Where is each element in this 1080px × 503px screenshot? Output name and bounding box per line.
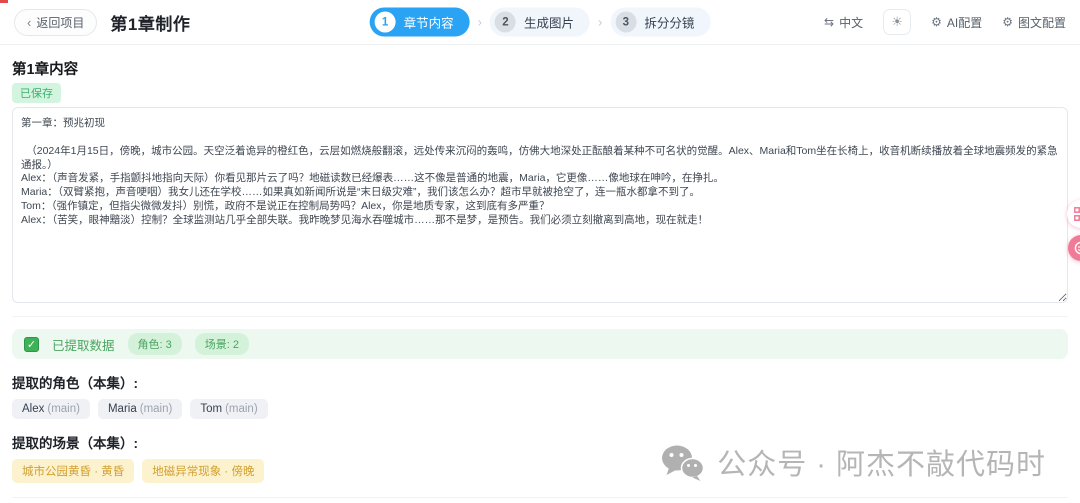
step-1-number: 1 bbox=[374, 11, 396, 33]
chevron-right-icon: › bbox=[598, 14, 603, 30]
character-role: (main) bbox=[139, 403, 173, 415]
header: ‹ 返回项目 第1章制作 1 章节内容 › 2 生成图片 › 3 拆分分镜 ⇆ … bbox=[0, 0, 1080, 45]
character-pill[interactable]: Tom (main) bbox=[190, 399, 268, 419]
characters-count-badge: 角色: 3 bbox=[127, 333, 182, 355]
scenes-count-badge: 场景: 2 bbox=[194, 333, 249, 355]
chevron-left-icon: ‹ bbox=[27, 14, 32, 30]
extracted-status-label: 已提取数据 bbox=[52, 338, 115, 353]
characters-section-title: 提取的角色（本集）: bbox=[12, 376, 138, 391]
support-chat-button[interactable] bbox=[1068, 235, 1080, 261]
media-config-label: 图文配置 bbox=[1017, 15, 1066, 30]
header-toolbar: ⇆ 中文 ☀ ⚙ AI配置 ⚙ 图文配置 bbox=[824, 9, 1066, 35]
step-split-storyboard[interactable]: 3 拆分分镜 bbox=[610, 7, 711, 37]
scene-pill[interactable]: 城市公园黄昏 · 黄昏 bbox=[12, 459, 135, 483]
action-bar: ↻ 重新提取角色和场景 下一步：生成图片 › bbox=[12, 498, 1068, 503]
checkbox-checked-icon: ✓ bbox=[24, 336, 39, 352]
stepper: 1 章节内容 › 2 生成图片 › 3 拆分分镜 bbox=[369, 7, 711, 37]
character-name: Tom bbox=[200, 403, 223, 415]
step-generate-images[interactable]: 2 生成图片 bbox=[489, 7, 591, 37]
character-pill[interactable]: Alex (main) bbox=[12, 399, 90, 419]
language-label: 中文 bbox=[839, 15, 864, 30]
qr-code-icon bbox=[1074, 207, 1080, 221]
chapter-section-title: 第1章内容 bbox=[12, 62, 79, 78]
character-role: (main) bbox=[47, 403, 80, 415]
ai-config-button[interactable]: ⚙ AI配置 bbox=[931, 14, 982, 31]
scene-pill-row: 城市公园黄昏 · 黄昏 地磁异常现象 · 傍晚 bbox=[12, 459, 1068, 483]
step-2-number: 2 bbox=[494, 11, 516, 33]
back-to-project-button[interactable]: ‹ 返回项目 bbox=[14, 8, 98, 36]
main-content: 第1章内容 已保存 第一章：预兆初现 （2024年1月15日，傍晚，城市公园。天… bbox=[0, 45, 1080, 503]
back-button-label: 返回项目 bbox=[36, 15, 85, 30]
chapter-content-textarea[interactable]: 第一章：预兆初现 （2024年1月15日，傍晚，城市公园。天空泛着诡异的橙红色，… bbox=[12, 107, 1068, 303]
sun-icon: ☀ bbox=[891, 14, 903, 29]
character-name: Maria bbox=[107, 403, 137, 415]
step-1-label: 章节内容 bbox=[403, 16, 454, 31]
qr-code-button[interactable] bbox=[1067, 200, 1080, 228]
language-toggle-button[interactable]: ⇆ 中文 bbox=[824, 14, 863, 31]
character-pill-row: Alex (main) Maria (main) Tom (main) bbox=[12, 399, 1068, 419]
theme-toggle-button[interactable]: ☀ bbox=[883, 9, 912, 35]
step-2-label: 生成图片 bbox=[523, 16, 575, 31]
scenes-section-title: 提取的场景（本集）: bbox=[12, 436, 138, 451]
chat-face-icon bbox=[1074, 241, 1080, 255]
ai-config-label: AI配置 bbox=[946, 15, 983, 30]
swap-arrows-icon: ⇆ bbox=[824, 15, 835, 29]
gear-icon: ⚙ bbox=[1002, 15, 1013, 29]
page-title: 第1章制作 bbox=[110, 14, 191, 34]
section-divider bbox=[12, 316, 1068, 317]
character-name: Alex bbox=[22, 403, 45, 415]
recording-indicator-mark bbox=[0, 0, 8, 3]
floating-widgets bbox=[1067, 200, 1080, 261]
chevron-right-icon: › bbox=[477, 14, 482, 30]
media-config-button[interactable]: ⚙ 图文配置 bbox=[1002, 14, 1066, 31]
step-3-label: 拆分分镜 bbox=[644, 16, 695, 31]
step-chapter-content[interactable]: 1 章节内容 bbox=[369, 7, 470, 37]
extracted-data-bar: ✓ 已提取数据 角色: 3 场景: 2 bbox=[12, 329, 1068, 359]
scene-pill[interactable]: 地磁异常现象 · 傍晚 bbox=[142, 459, 265, 483]
character-role: (main) bbox=[225, 403, 258, 415]
gear-icon: ⚙ bbox=[931, 15, 942, 29]
step-3-number: 3 bbox=[615, 11, 637, 33]
saved-status-badge: 已保存 bbox=[12, 83, 61, 103]
character-pill[interactable]: Maria (main) bbox=[97, 399, 183, 419]
